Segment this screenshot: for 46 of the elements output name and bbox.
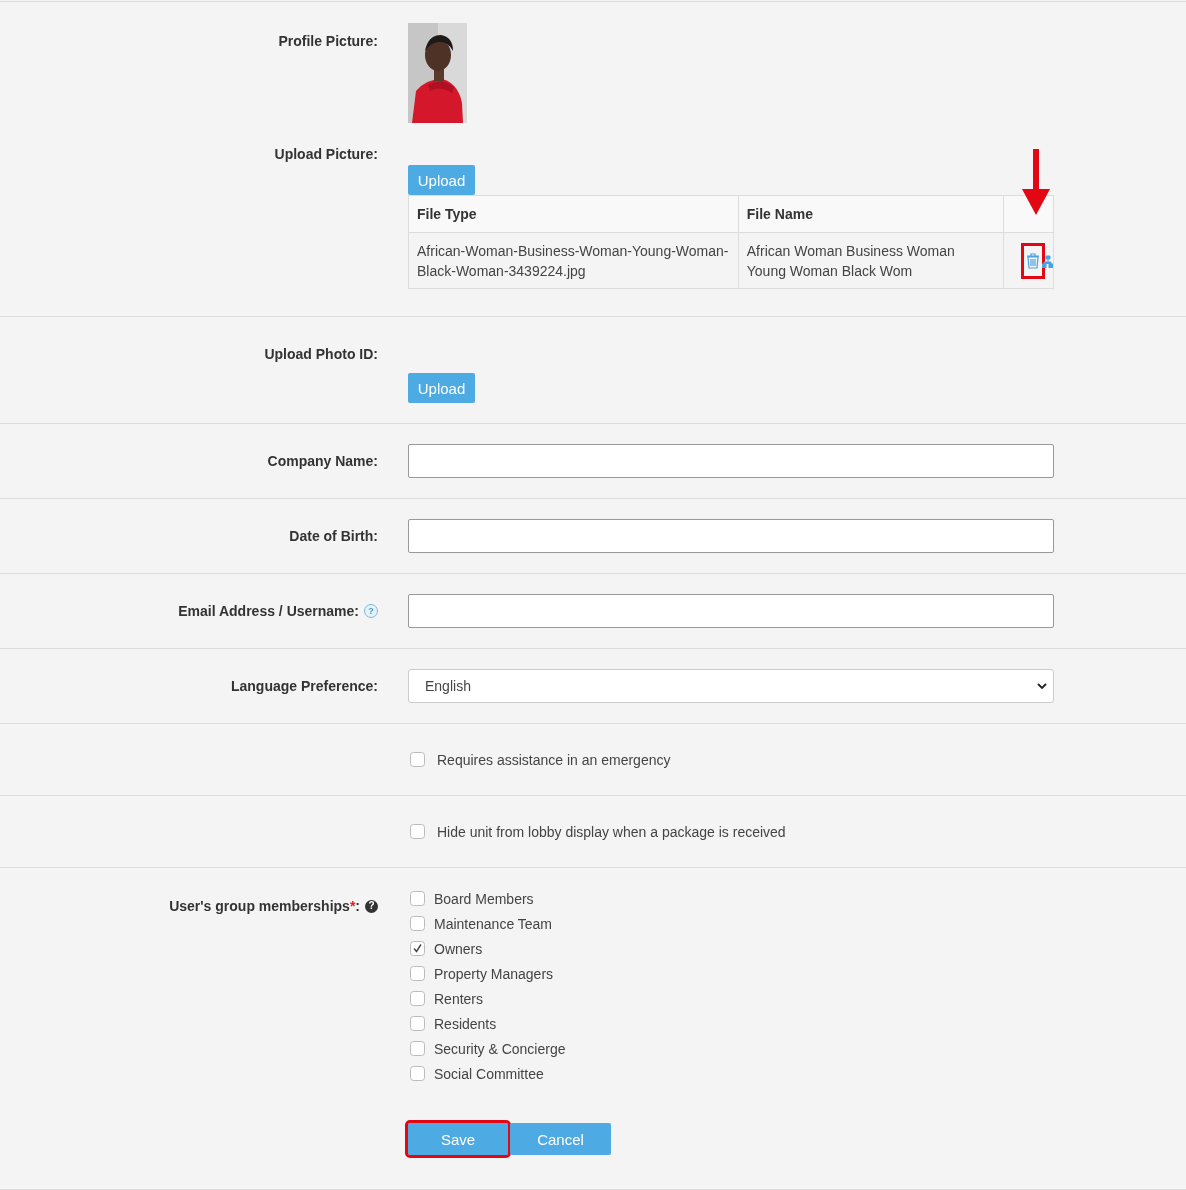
checkbox-label: Residents — [434, 1015, 497, 1032]
checkbox[interactable] — [410, 1066, 425, 1081]
checkbox[interactable] — [410, 966, 425, 981]
checkbox-label: Security & Concierge — [434, 1040, 566, 1057]
checkbox[interactable] — [410, 1016, 425, 1031]
checkbox-label: Property Managers — [434, 965, 554, 982]
checkbox-label: Social Committee — [434, 1065, 544, 1082]
input-field[interactable] — [408, 519, 1054, 553]
save-button[interactable]: Save — [408, 1123, 508, 1155]
upload-button[interactable]: Upload — [408, 373, 475, 403]
checkbox-label: Board Members — [434, 890, 534, 907]
checkbox[interactable] — [410, 941, 425, 956]
checkbox[interactable] — [410, 891, 425, 906]
checkbox-label: Owners — [434, 940, 483, 957]
checkbox-label: Requires assistance in an emergency — [437, 751, 671, 768]
checkbox[interactable] — [410, 824, 425, 839]
checkbox-label: Maintenance Team — [434, 915, 553, 932]
field-label: User's group memberships*: — [169, 898, 360, 914]
field-label: Profile Picture: — [278, 33, 378, 49]
arrow-annotation — [1022, 149, 1050, 215]
checkbox-label: Renters — [434, 990, 484, 1007]
input-field[interactable] — [408, 594, 1054, 628]
field-label: Upload Picture: — [274, 146, 378, 162]
help-icon[interactable]: ? — [364, 604, 378, 618]
help-icon[interactable]: ? — [365, 899, 378, 913]
column-header: File Name — [738, 195, 1004, 233]
checkbox[interactable] — [410, 752, 425, 767]
field-label: Company Name: — [267, 453, 378, 469]
field-label: Email Address / Username: — [178, 603, 359, 619]
chevron-down-icon — [1037, 682, 1047, 690]
hierarchy-icon[interactable] — [1042, 253, 1053, 268]
checkbox[interactable] — [410, 991, 425, 1006]
select-field[interactable]: English — [408, 669, 1054, 703]
input-field[interactable] — [408, 444, 1054, 478]
field-label: Date of Birth: — [289, 528, 378, 544]
column-header: File Type — [408, 195, 739, 233]
field-label: Upload Photo ID: — [264, 346, 378, 362]
cancel-button[interactable]: Cancel — [510, 1123, 611, 1155]
checkbox-label: Hide unit from lobby display when a package is received — [437, 823, 786, 840]
table-cell: African-Woman-Business-Woman-Young-Woman-Black-Woman-3439224.jpg — [408, 232, 739, 289]
checkbox[interactable] — [410, 1041, 425, 1056]
checkbox[interactable] — [410, 916, 425, 931]
trash-icon[interactable] — [1026, 252, 1040, 269]
table-cell: African Woman Business Woman Young Woman Black Wom — [738, 232, 1004, 289]
upload-button[interactable]: Upload — [408, 165, 475, 195]
field-label: Language Preference: — [230, 678, 378, 694]
